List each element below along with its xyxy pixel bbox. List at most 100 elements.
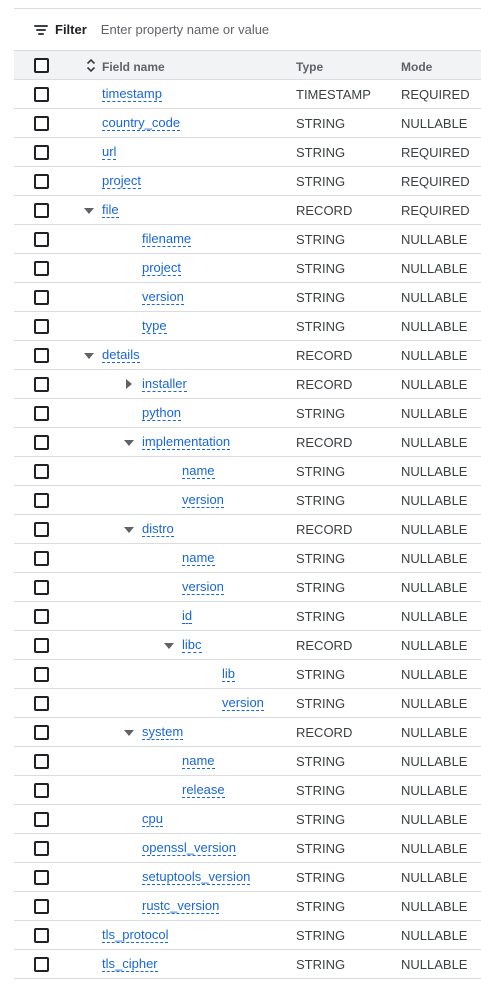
column-header-field-name[interactable]: Field name bbox=[102, 60, 165, 74]
row-checkbox[interactable] bbox=[34, 290, 49, 305]
field-name-link[interactable]: version bbox=[142, 290, 184, 305]
field-name-link[interactable]: version bbox=[182, 493, 224, 508]
row-checkbox[interactable] bbox=[34, 928, 49, 943]
field-type: RECORD bbox=[296, 638, 353, 653]
field-mode: NULLABLE bbox=[401, 841, 468, 856]
field-name-link[interactable]: system bbox=[142, 725, 184, 740]
field-name-link[interactable]: cpu bbox=[142, 812, 163, 827]
field-name-link[interactable]: distro bbox=[142, 522, 174, 537]
field-name-link[interactable]: implementation bbox=[142, 435, 231, 450]
table-row: name STRING NULLABLE bbox=[14, 544, 481, 573]
caret-down-icon[interactable] bbox=[84, 208, 94, 214]
field-name-link[interactable]: country_code bbox=[102, 116, 181, 131]
field-type: STRING bbox=[296, 493, 346, 508]
field-mode: NULLABLE bbox=[401, 406, 468, 421]
caret-down-icon[interactable] bbox=[84, 353, 94, 359]
field-name-link[interactable]: tls_cipher bbox=[102, 957, 158, 972]
field-name-link[interactable]: type bbox=[142, 319, 167, 334]
row-checkbox[interactable] bbox=[34, 841, 49, 856]
row-checkbox[interactable] bbox=[34, 783, 49, 798]
field-name-link[interactable]: name bbox=[182, 551, 215, 566]
field-type: STRING bbox=[296, 116, 346, 131]
filter-icon bbox=[34, 24, 50, 36]
field-name-link[interactable]: openssl_version bbox=[142, 841, 236, 856]
column-header-mode: Mode bbox=[401, 60, 433, 74]
field-mode: NULLABLE bbox=[401, 957, 468, 972]
field-type: STRING bbox=[296, 870, 346, 885]
field-type: STRING bbox=[296, 290, 346, 305]
field-name-link[interactable]: setuptools_version bbox=[142, 870, 251, 885]
row-checkbox[interactable] bbox=[34, 667, 49, 682]
row-checkbox[interactable] bbox=[34, 203, 49, 218]
field-name-link[interactable]: lib bbox=[222, 667, 236, 682]
caret-down-icon[interactable] bbox=[124, 440, 134, 446]
field-mode: NULLABLE bbox=[401, 638, 468, 653]
row-checkbox[interactable] bbox=[34, 957, 49, 972]
row-checkbox[interactable] bbox=[34, 232, 49, 247]
field-type: RECORD bbox=[296, 377, 353, 392]
table-row: version STRING NULLABLE bbox=[14, 486, 481, 515]
row-checkbox[interactable] bbox=[34, 464, 49, 479]
table-row: release STRING NULLABLE bbox=[14, 776, 481, 805]
row-checkbox[interactable] bbox=[34, 145, 49, 160]
field-name-link[interactable]: file bbox=[102, 203, 119, 218]
field-name-link[interactable]: details bbox=[102, 348, 140, 363]
row-checkbox[interactable] bbox=[34, 261, 49, 276]
select-all-checkbox[interactable] bbox=[34, 58, 49, 73]
table-row: type STRING NULLABLE bbox=[14, 312, 481, 341]
field-name-link[interactable]: id bbox=[182, 609, 193, 624]
row-checkbox[interactable] bbox=[34, 609, 49, 624]
filter-button[interactable]: Filter bbox=[34, 22, 87, 37]
row-checkbox[interactable] bbox=[34, 580, 49, 595]
field-name-link[interactable]: project bbox=[142, 261, 182, 276]
field-type: RECORD bbox=[296, 348, 353, 363]
row-checkbox[interactable] bbox=[34, 725, 49, 740]
row-checkbox[interactable] bbox=[34, 435, 49, 450]
field-name-link[interactable]: version bbox=[222, 696, 264, 711]
row-checkbox[interactable] bbox=[34, 870, 49, 885]
row-checkbox[interactable] bbox=[34, 377, 49, 392]
field-name-link[interactable]: name bbox=[182, 754, 215, 769]
row-checkbox[interactable] bbox=[34, 812, 49, 827]
field-name-link[interactable]: version bbox=[182, 580, 224, 595]
row-checkbox[interactable] bbox=[34, 696, 49, 711]
caret-right-icon[interactable] bbox=[126, 379, 132, 389]
row-checkbox[interactable] bbox=[34, 348, 49, 363]
row-checkbox[interactable] bbox=[34, 522, 49, 537]
field-mode: NULLABLE bbox=[401, 261, 468, 276]
row-checkbox[interactable] bbox=[34, 899, 49, 914]
field-mode: NULLABLE bbox=[401, 696, 468, 711]
field-name-link[interactable]: timestamp bbox=[102, 87, 162, 102]
field-name-link[interactable]: release bbox=[182, 783, 225, 798]
row-checkbox[interactable] bbox=[34, 174, 49, 189]
table-row: timestamp TIMESTAMP REQUIRED bbox=[14, 80, 481, 109]
filter-input[interactable] bbox=[100, 22, 401, 37]
field-name-link[interactable]: installer bbox=[142, 377, 187, 392]
field-mode: NULLABLE bbox=[401, 493, 468, 508]
field-name-link[interactable]: filename bbox=[142, 232, 192, 247]
caret-down-icon[interactable] bbox=[124, 527, 134, 533]
row-checkbox[interactable] bbox=[34, 319, 49, 334]
field-name-link[interactable]: url bbox=[102, 145, 117, 160]
field-name-link[interactable]: python bbox=[142, 406, 182, 421]
field-mode: NULLABLE bbox=[401, 609, 468, 624]
field-name-link[interactable]: tls_protocol bbox=[102, 928, 169, 943]
row-checkbox[interactable] bbox=[34, 87, 49, 102]
row-checkbox[interactable] bbox=[34, 638, 49, 653]
caret-down-icon[interactable] bbox=[124, 730, 134, 736]
row-checkbox[interactable] bbox=[34, 754, 49, 769]
field-type: RECORD bbox=[296, 203, 353, 218]
row-checkbox[interactable] bbox=[34, 493, 49, 508]
field-mode: NULLABLE bbox=[401, 348, 468, 363]
row-checkbox[interactable] bbox=[34, 116, 49, 131]
caret-down-icon[interactable] bbox=[164, 643, 174, 649]
sort-icon[interactable] bbox=[86, 58, 96, 73]
table-row: country_code STRING NULLABLE bbox=[14, 109, 481, 138]
field-name-link[interactable]: libc bbox=[182, 638, 202, 653]
table-row: distro RECORD NULLABLE bbox=[14, 515, 481, 544]
field-name-link[interactable]: name bbox=[182, 464, 215, 479]
row-checkbox[interactable] bbox=[34, 406, 49, 421]
field-name-link[interactable]: rustc_version bbox=[142, 899, 220, 914]
field-name-link[interactable]: project bbox=[102, 174, 142, 189]
row-checkbox[interactable] bbox=[34, 551, 49, 566]
